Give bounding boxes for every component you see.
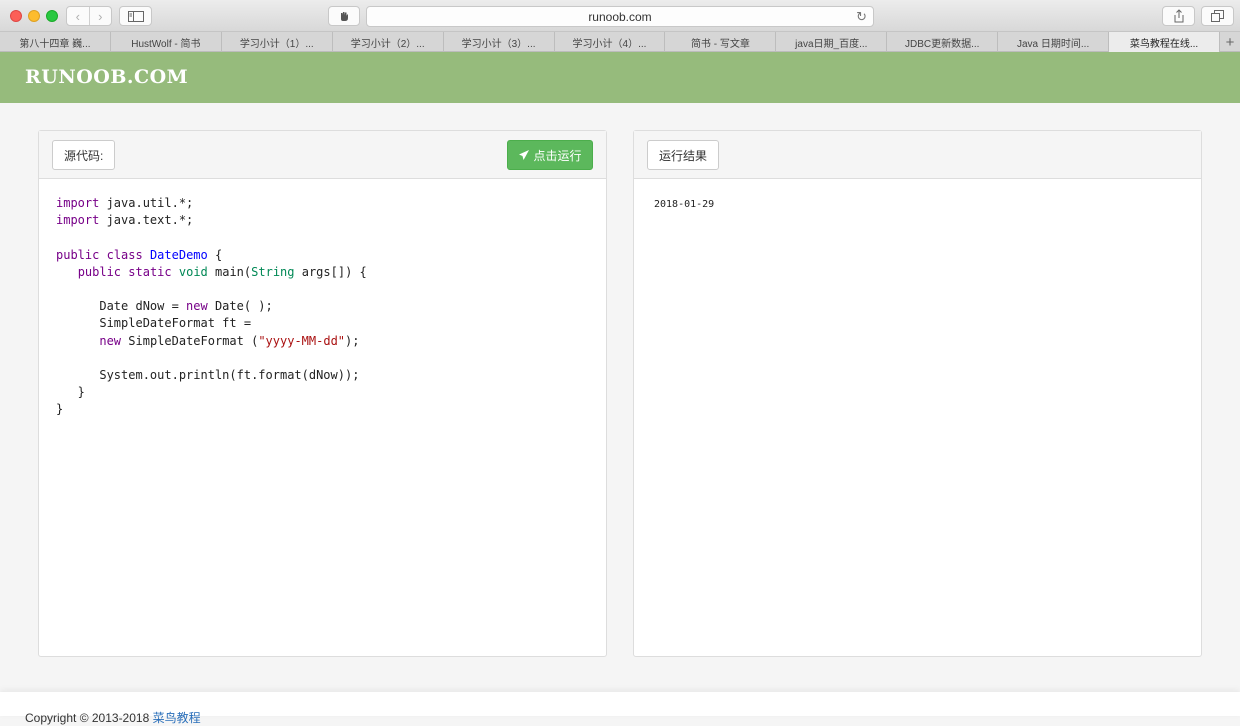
code-editor[interactable]: import java.util.*; import java.text.*; p…	[56, 195, 367, 419]
tab-overview-button[interactable]	[1201, 6, 1234, 26]
code-line: System.out.println(ft.format(dNow));	[56, 368, 360, 383]
share-button[interactable]	[1162, 6, 1195, 26]
browser-tab[interactable]: 简书 - 写文章	[665, 32, 777, 52]
browser-tab[interactable]: Java 日期时间...	[998, 32, 1110, 52]
copyright-text: Copyright © 2013-2018	[25, 711, 153, 725]
code-line: new SimpleDateFormat ("yyyy-MM-dd");	[99, 333, 360, 348]
run-output: 2018-01-29	[654, 199, 715, 210]
browser-tab[interactable]: 第八十四章 巍...	[0, 32, 111, 52]
browser-tab[interactable]: 学习小计（1）...	[222, 32, 333, 52]
browser-tab[interactable]: 学习小计（3）...	[444, 32, 555, 52]
result-label-button[interactable]: 运行结果	[647, 140, 720, 170]
code-line: SimpleDateFormat ft =	[56, 316, 252, 331]
new-tab-button[interactable]: +	[1220, 32, 1240, 52]
code-line: public static void main(String args[]) {	[77, 264, 367, 279]
browser-tab[interactable]: HustWolf - 简书	[111, 32, 222, 52]
code-line: }	[56, 385, 85, 400]
chevron-right-icon: ›	[98, 8, 103, 24]
tabs-icon	[1211, 10, 1224, 22]
send-icon	[519, 150, 530, 160]
run-button-label: 点击运行	[533, 148, 582, 163]
code-line: import java.util.*;	[56, 196, 194, 210]
reader-extension-button[interactable]	[328, 6, 360, 26]
chevron-left-icon: ‹	[75, 8, 80, 24]
window-close-button[interactable]	[10, 10, 22, 22]
result-panel: 运行结果 2018-01-29	[633, 130, 1202, 657]
browser-titlebar: ‹ › runoob.com ↻	[0, 0, 1240, 32]
window-zoom-button[interactable]	[46, 10, 58, 22]
forward-button[interactable]: ›	[88, 7, 112, 25]
address-bar[interactable]: runoob.com ↻	[366, 6, 874, 27]
site-logo[interactable]: RUNOOB.COM	[25, 66, 188, 88]
hand-icon	[341, 12, 348, 21]
browser-tab[interactable]: 学习小计（2）...	[333, 32, 444, 52]
run-button[interactable]: 点击运行	[507, 140, 593, 170]
history-navigation: ‹ ›	[66, 6, 112, 26]
reload-icon[interactable]: ↻	[856, 9, 867, 25]
browser-tab[interactable]: java日期_百度...	[776, 32, 888, 52]
site-header: RUNOOB.COM	[0, 52, 1240, 103]
footer-copyright: Copyright © 2013-2018 菜鸟教程	[25, 709, 201, 726]
code-line: public class DateDemo {	[56, 247, 223, 262]
window-minimize-button[interactable]	[28, 10, 40, 22]
code-line: Date dNow = new Date( );	[56, 299, 273, 314]
site-footer: Copyright © 2013-2018 菜鸟教程	[0, 692, 1240, 725]
footer-link[interactable]: 菜鸟教程	[153, 711, 201, 725]
code-line: import java.text.*;	[56, 213, 194, 228]
share-icon	[1174, 9, 1183, 23]
source-code-panel: 源代码: 点击运行 import java.util.*; import java…	[38, 130, 607, 657]
source-panel-header: 源代码: 点击运行	[39, 131, 606, 179]
source-code-label-button[interactable]: 源代码:	[52, 140, 116, 170]
sidebar-toggle-button[interactable]	[119, 6, 152, 26]
browser-tab[interactable]: 学习小计（4）...	[555, 32, 666, 52]
code-line: }	[56, 402, 64, 417]
browser-tab-active[interactable]: 菜鸟教程在线...	[1109, 32, 1220, 52]
tab-bar: 第八十四章 巍... HustWolf - 简书 学习小计（1）... 学习小计…	[0, 32, 1240, 52]
result-panel-header: 运行结果	[634, 131, 1201, 179]
sidebar-icon	[127, 10, 144, 22]
back-button[interactable]: ‹	[67, 7, 89, 25]
address-url: runoob.com	[588, 9, 652, 24]
browser-tab[interactable]: JDBC更新数据...	[887, 32, 999, 52]
